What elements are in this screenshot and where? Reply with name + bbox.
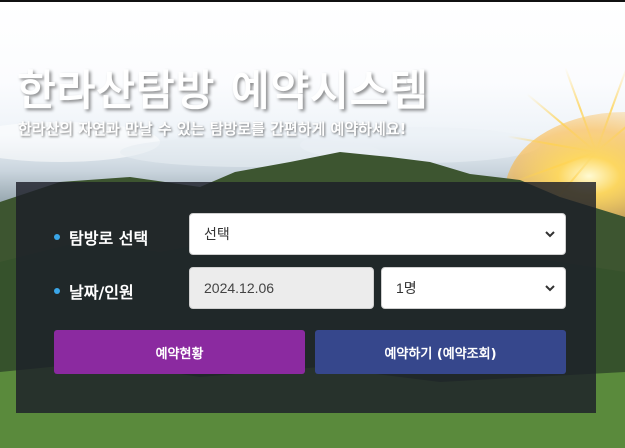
trail-select-label-text: 탐방로 선택 bbox=[69, 229, 149, 248]
page-title: 한라산탐방 예약시스템 bbox=[17, 66, 430, 115]
date-people-label-text: 날짜/인원 bbox=[69, 283, 134, 302]
chevron-down-icon bbox=[545, 231, 555, 238]
date-value: 2024.12.06 bbox=[204, 280, 275, 296]
book-button[interactable]: 예약하기 (예약조회) bbox=[315, 330, 566, 374]
date-people-label: 날짜/인원 bbox=[54, 279, 134, 303]
bullet-icon bbox=[54, 234, 60, 240]
people-select-value: 1명 bbox=[396, 280, 417, 296]
page-subtitle: 한라산의 자연과 만날 수 있는 탐방로를 간편하게 예약하세요! bbox=[18, 120, 407, 138]
trail-select-label: 탐방로 선택 bbox=[54, 225, 148, 249]
trail-select[interactable]: 선택 bbox=[189, 213, 566, 255]
date-input[interactable]: 2024.12.06 bbox=[189, 267, 374, 309]
people-select[interactable]: 1명 bbox=[381, 267, 566, 309]
reservation-panel: 탐방로 선택 선택 날짜/인원 2024.12.06 1명 예약현황 예약하기 … bbox=[16, 182, 596, 413]
reservation-status-button[interactable]: 예약현황 bbox=[54, 330, 305, 374]
trail-select-value: 선택 bbox=[204, 226, 230, 242]
bullet-icon bbox=[54, 288, 60, 294]
chevron-down-icon bbox=[545, 285, 555, 292]
